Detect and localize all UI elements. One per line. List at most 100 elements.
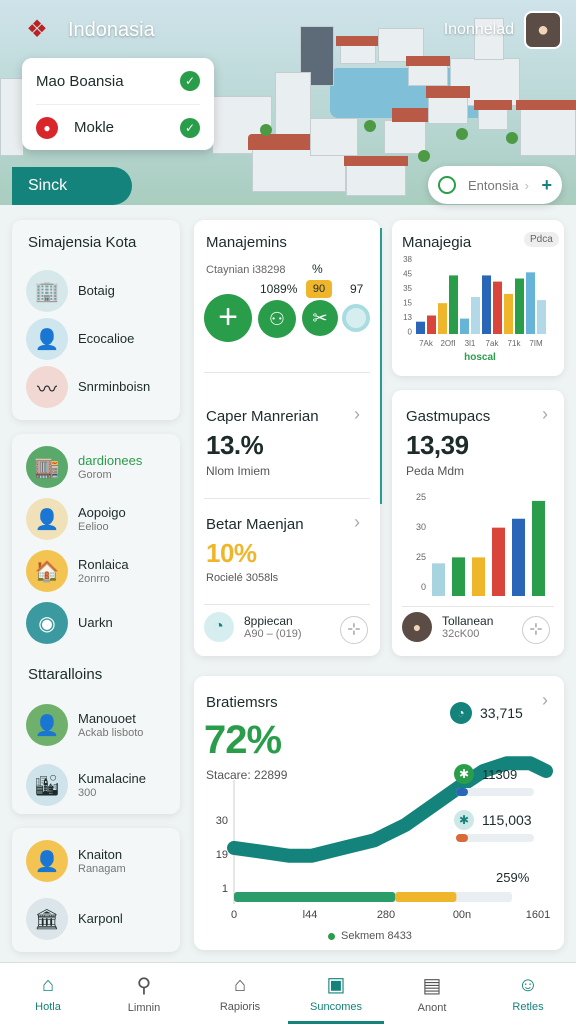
add-button[interactable]: + — [204, 294, 252, 342]
sidebar-item-label: Botaig — [78, 283, 115, 298]
sidebar-item[interactable]: 👤 Aopoigo Eelioo — [26, 498, 126, 540]
sidebar-item[interactable]: 🏢 Botaig — [26, 270, 115, 312]
bar — [416, 321, 425, 334]
dropdown-item-2[interactable]: ● Mokle ✓ — [36, 104, 200, 150]
target-icon[interactable] — [342, 304, 370, 332]
chevron-right-icon[interactable]: › — [542, 404, 548, 425]
nav-profile[interactable]: ☺ Retles — [480, 963, 576, 1024]
sidebar-item-label: Snrminboisn — [78, 379, 151, 394]
nav-reports[interactable]: ⌂ Rapioris — [192, 963, 288, 1024]
card-caption: Ctaynian i38298 — [206, 264, 286, 276]
scroll-indicator — [380, 228, 382, 504]
chevron-right-icon[interactable]: › — [354, 512, 360, 533]
nav-services[interactable]: ▣ Suncomes — [288, 963, 384, 1024]
search-ring-icon — [438, 176, 456, 194]
roof — [426, 86, 470, 98]
gastmupacs-card: Gastmupacs › 13,39 Peda Mdm 25 30 25 0 ● To… — [392, 390, 564, 656]
nav-notes[interactable]: ▤ Anont — [384, 963, 480, 1024]
roof — [516, 100, 576, 110]
small-value: % — [312, 262, 323, 276]
betar-footer[interactable]: ◔ 8ppiecan A90 – (019) — [204, 612, 301, 642]
manajegia-chart: 38 45 35 15 13 0 7Ak 2OfI 3l1 7ak 71k 7IM hoscal — [403, 255, 546, 363]
home-icon: ⌂ — [41, 974, 55, 996]
betar-value: 10% — [206, 538, 257, 568]
stat-3: ✱ 115,003 — [454, 810, 532, 830]
bar — [493, 281, 502, 334]
user-name[interactable]: Inonnelad — [444, 21, 514, 39]
notes-icon: ▤ — [422, 975, 442, 997]
dropdown-item-label: Mao Boansia — [36, 72, 124, 90]
stat-value: 33,715 — [480, 705, 523, 721]
tree — [418, 150, 430, 162]
tools-icon[interactable]: ✂ — [302, 300, 338, 336]
building — [310, 118, 358, 156]
y-tick-label: 38 — [403, 255, 412, 264]
gast-value: 13,39 — [406, 430, 469, 460]
bar — [427, 315, 436, 334]
sidebar-card-kota: Simajensia Kota 🏢 Botaig 👤 Ecocalioe 〰 S… — [12, 220, 180, 420]
x-axis-label: hoscal — [464, 352, 496, 363]
period-pill[interactable]: Pdca — [524, 232, 559, 247]
progress-fill — [234, 892, 396, 902]
nav-label: Anont — [417, 1002, 447, 1014]
user-icon: ☺ — [517, 974, 539, 996]
y-tick-label: 13 — [403, 313, 412, 322]
card-title: Betar Maenjan — [206, 516, 304, 533]
dropdown-item-label: Mokle — [74, 119, 115, 136]
x-tick-label: 7Ak — [419, 339, 434, 348]
search-pill[interactable]: Entonsia › + — [428, 166, 562, 204]
nav-home[interactable]: ⌂ Hotla — [0, 963, 96, 1024]
sidebar-item-sub: Ranagam — [78, 863, 126, 875]
x-tick-label: 1601 — [526, 909, 550, 921]
sidebar-item[interactable]: 🏬 dardionees Gorom — [26, 446, 142, 488]
betar-sub: Rocielé 3058ls — [206, 572, 279, 584]
check-icon: ✓ — [180, 71, 200, 91]
sidebar-item[interactable]: 🏛 Karponl — [26, 898, 123, 940]
x-tick-label: 7IM — [529, 339, 543, 348]
bar — [438, 303, 447, 334]
sidebar-item-label: Uarkn — [78, 615, 113, 630]
nav-label: Rapioris — [219, 1001, 261, 1013]
x-tick-label: 71k — [508, 339, 522, 348]
sidebar-item-sub: 300 — [78, 787, 97, 799]
progress-fill — [456, 788, 468, 796]
bottom-nav: ⌂ Hotla ⚲ Limnin ⌂ Rapioris ▣ Suncomes ▤ Anon… — [0, 962, 576, 1024]
bar — [492, 527, 505, 596]
check-icon: ✓ — [180, 117, 200, 138]
card-title: Gastmupacs — [406, 408, 491, 425]
card-title: Manajemins — [206, 234, 287, 251]
sidebar-item[interactable]: 〰 Snrminboisn — [26, 366, 150, 408]
chevron-right-icon[interactable]: › — [354, 404, 360, 425]
bar — [472, 557, 485, 596]
wave-icon: 〰 — [26, 366, 68, 408]
y-tick-label: 15 — [403, 299, 412, 308]
bar — [460, 318, 469, 334]
expand-icon[interactable]: ⊹ — [522, 616, 550, 644]
expand-icon[interactable]: ⊹ — [340, 616, 368, 644]
sidebar-item[interactable]: ◉ Uarkn — [26, 602, 113, 644]
sinck-button[interactable]: Sinck — [12, 167, 132, 205]
building — [0, 78, 24, 156]
sidebar-item[interactable]: 👤 Manouoet Ackab lisboto — [26, 704, 143, 746]
gauge-icon: ◔ — [450, 702, 472, 724]
sidebar-item-label: Kumalacine — [78, 771, 146, 786]
sidebar-item[interactable]: 👤 Knaiton Ranagam — [26, 840, 126, 882]
gast-footer[interactable]: ● Tollanean 32cK00 — [402, 612, 493, 642]
user-avatar-icon[interactable]: ● — [524, 11, 562, 49]
bar — [482, 275, 491, 334]
divider — [204, 604, 370, 605]
sidebar-item[interactable]: 🏠 Ronlaica 2onrro — [26, 550, 129, 592]
people-icon[interactable]: ⚇ — [258, 300, 296, 338]
pct-value: 1089% — [260, 282, 298, 296]
nav-label: Hotla — [35, 1001, 61, 1013]
sidebar-item[interactable]: 🏙 Kumalacine 300 — [26, 764, 146, 806]
location-icon: ◉ — [26, 602, 68, 644]
dropdown-item-1[interactable]: Mao Boansia ✓ — [36, 58, 200, 104]
plus-icon[interactable]: + — [541, 175, 552, 196]
progress-fill — [456, 834, 468, 842]
nav-search[interactable]: ⚲ Limnin — [96, 963, 192, 1024]
asterisk-icon: ✱ — [454, 810, 474, 830]
house-icon: 🏛 — [26, 898, 68, 940]
sidebar-item[interactable]: 👤 Ecocalioe — [26, 318, 134, 360]
footer-sub: A90 – (019) — [244, 628, 302, 640]
